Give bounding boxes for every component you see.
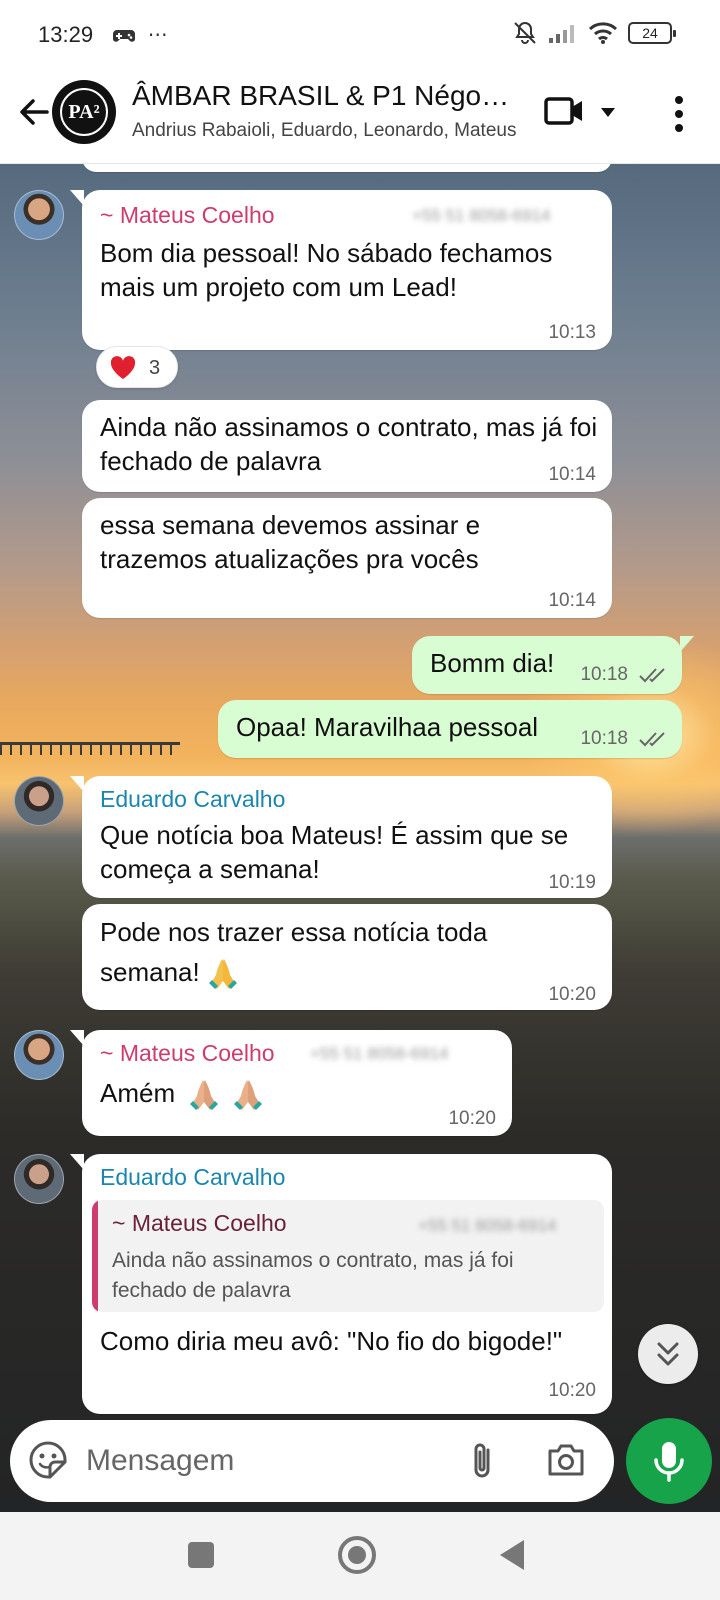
video-call-button[interactable] — [544, 94, 584, 128]
status-notification-icons: ⋯ — [112, 22, 168, 47]
microphone-icon — [654, 1442, 684, 1482]
group-avatar[interactable]: PA² — [52, 80, 116, 144]
quote-accent-bar — [92, 1200, 98, 1312]
message-bubble[interactable]: essa semana devemos assinar e trazemos a… — [82, 498, 612, 618]
chat-header: PA² ÂMBAR BRASIL & P1 Négocios Andrius R… — [0, 72, 720, 164]
status-time: 13:29 — [38, 22, 94, 47]
sender-name[interactable]: ~ Mateus Coelho — [100, 202, 275, 229]
message-text: Como diria meu avô: "No fio do bigode!" — [100, 1326, 563, 1356]
message-time: 10:18 — [580, 664, 628, 685]
wifi-icon — [588, 22, 618, 44]
praying-hands-icon — [190, 1080, 219, 1111]
message-text: Bomm dia! — [430, 648, 555, 678]
gamepad-icon — [113, 29, 135, 42]
chat-messages[interactable]: ~ Mateus Coelho +55 51 8058-6914 Bom dia… — [0, 164, 720, 1512]
bubble-tail — [70, 190, 84, 206]
status-bar: 13:29 ⋯ 24 — [0, 0, 720, 72]
message-bubble[interactable]: Ainda não assinamos o contrato, mas já f… — [82, 400, 612, 492]
message-text-content: Pode nos trazer essa notícia toda semana… — [100, 917, 488, 987]
caret-down-icon — [601, 108, 615, 117]
message-bubble-outgoing[interactable]: Opaa! Maravilhaa pessoal 10:18 — [218, 700, 682, 758]
heart-icon — [110, 356, 136, 379]
sender-name[interactable]: Eduardo Carvalho — [100, 786, 285, 813]
message-text: Ainda não assinamos o contrato, mas já f… — [100, 412, 598, 476]
double-check-icon — [639, 732, 665, 747]
signal-icon — [549, 25, 574, 43]
bubble-tail — [70, 1154, 84, 1170]
composer — [0, 1396, 720, 1512]
message-text: Bom dia pessoal! No sábado fechamos mais… — [100, 238, 553, 302]
avatar-mateus[interactable] — [14, 1030, 64, 1080]
message-bubble[interactable]: Eduardo Carvalho ~ Mateus Coelho +55 51 … — [70, 1154, 612, 1414]
reaction-count: 3 — [149, 357, 161, 379]
message-input[interactable] — [86, 1438, 446, 1484]
bubble-tail — [70, 776, 84, 792]
battery-indicator: 24 — [628, 22, 676, 44]
message-text-content: Amém — [100, 1078, 176, 1108]
attach-button[interactable] — [466, 1440, 500, 1482]
video-camera-icon — [544, 97, 582, 125]
praying-hands-icon — [233, 1080, 262, 1111]
message-bubble[interactable]: ~ Mateus Coelho +55 51 8058-6914 Bom dia… — [70, 190, 612, 350]
sender-phone: +55 51 8058-6914 — [310, 1044, 449, 1063]
reaction-chip[interactable]: 3 — [96, 346, 178, 388]
call-options-button[interactable] — [598, 102, 618, 122]
message-time: 10:20 — [548, 984, 596, 1005]
recent-apps-button[interactable] — [188, 1542, 214, 1568]
back-button[interactable] — [12, 90, 56, 134]
message-bubble[interactable]: Pode nos trazer essa notícia toda semana… — [82, 904, 612, 1010]
message-time: 10:14 — [548, 464, 596, 485]
avatar-eduardo[interactable] — [14, 1154, 64, 1204]
message-bubble[interactable]: ~ Mateus Coelho +55 51 8058-6914 Amém 10… — [70, 1030, 512, 1136]
paperclip-icon — [474, 1443, 490, 1478]
message-time: 10:13 — [548, 322, 596, 343]
message-bubble[interactable]: Eduardo Carvalho Que notícia boa Mateus!… — [70, 776, 612, 898]
composer-box — [10, 1420, 614, 1502]
avatar-eduardo[interactable] — [14, 776, 64, 826]
sender-name[interactable]: Eduardo Carvalho — [100, 1164, 285, 1191]
status-right-icons: 24 — [512, 20, 676, 46]
sender-phone: +55 51 8058-6914 — [412, 206, 551, 225]
group-avatar-initials: PA² — [60, 88, 108, 136]
message-text: Pode nos trazer essa notícia toda semana… — [100, 912, 570, 992]
avatar-mateus[interactable] — [14, 190, 64, 240]
message-text: Amém — [100, 1076, 400, 1112]
scroll-to-bottom-button[interactable] — [638, 1324, 698, 1384]
group-title[interactable]: ÂMBAR BRASIL & P1 Négocios — [132, 80, 522, 112]
sender-name[interactable]: ~ Mateus Coelho — [100, 1040, 275, 1067]
quoted-message[interactable]: ~ Mateus Coelho +55 51 8058-6914 Ainda n… — [92, 1200, 604, 1312]
camera-button[interactable] — [546, 1442, 586, 1478]
wallpaper-pier — [0, 742, 180, 756]
message-time: 10:19 — [548, 872, 596, 893]
message-time: 10:18 — [580, 728, 628, 749]
camera-icon — [548, 1444, 584, 1476]
quote-text: Ainda não assinamos o contrato, mas já f… — [112, 1249, 514, 1302]
message-time: 10:14 — [548, 590, 596, 611]
more-notifications-icon: ⋯ — [147, 24, 168, 46]
quote-phone: +55 51 8058-6914 — [418, 1216, 557, 1235]
message-text: Opaa! Maravilhaa pessoal — [236, 712, 539, 742]
double-check-icon — [639, 668, 665, 683]
message-bubble-partial[interactable] — [82, 164, 612, 172]
message-time: 10:20 — [448, 1108, 496, 1129]
bell-muted-icon — [514, 21, 536, 44]
sticker-icon — [29, 1441, 67, 1479]
more-vertical-icon — [675, 96, 683, 132]
message-text: Que notícia boa Mateus! É assim que se c… — [100, 820, 569, 884]
system-navigation-bar — [0, 1512, 720, 1600]
double-chevron-down-icon — [657, 1342, 679, 1366]
system-back-button[interactable] — [500, 1540, 524, 1570]
praying-hands-icon — [208, 959, 237, 990]
sticker-button[interactable] — [28, 1440, 68, 1480]
message-bubble-outgoing[interactable]: Bomm dia! 10:18 — [412, 636, 694, 694]
more-options-button[interactable] — [664, 92, 694, 136]
bubble-tail — [680, 636, 694, 652]
arrow-left-icon — [20, 99, 49, 125]
message-text: essa semana devemos assinar e trazemos a… — [100, 510, 481, 574]
home-button[interactable] — [338, 1536, 376, 1574]
group-members[interactable]: Andrius Rabaioli, Eduardo, Leonardo, Mat… — [132, 120, 520, 142]
voice-message-button[interactable] — [626, 1418, 712, 1504]
bubble-tail — [70, 1030, 84, 1046]
quote-sender: ~ Mateus Coelho — [112, 1210, 287, 1236]
